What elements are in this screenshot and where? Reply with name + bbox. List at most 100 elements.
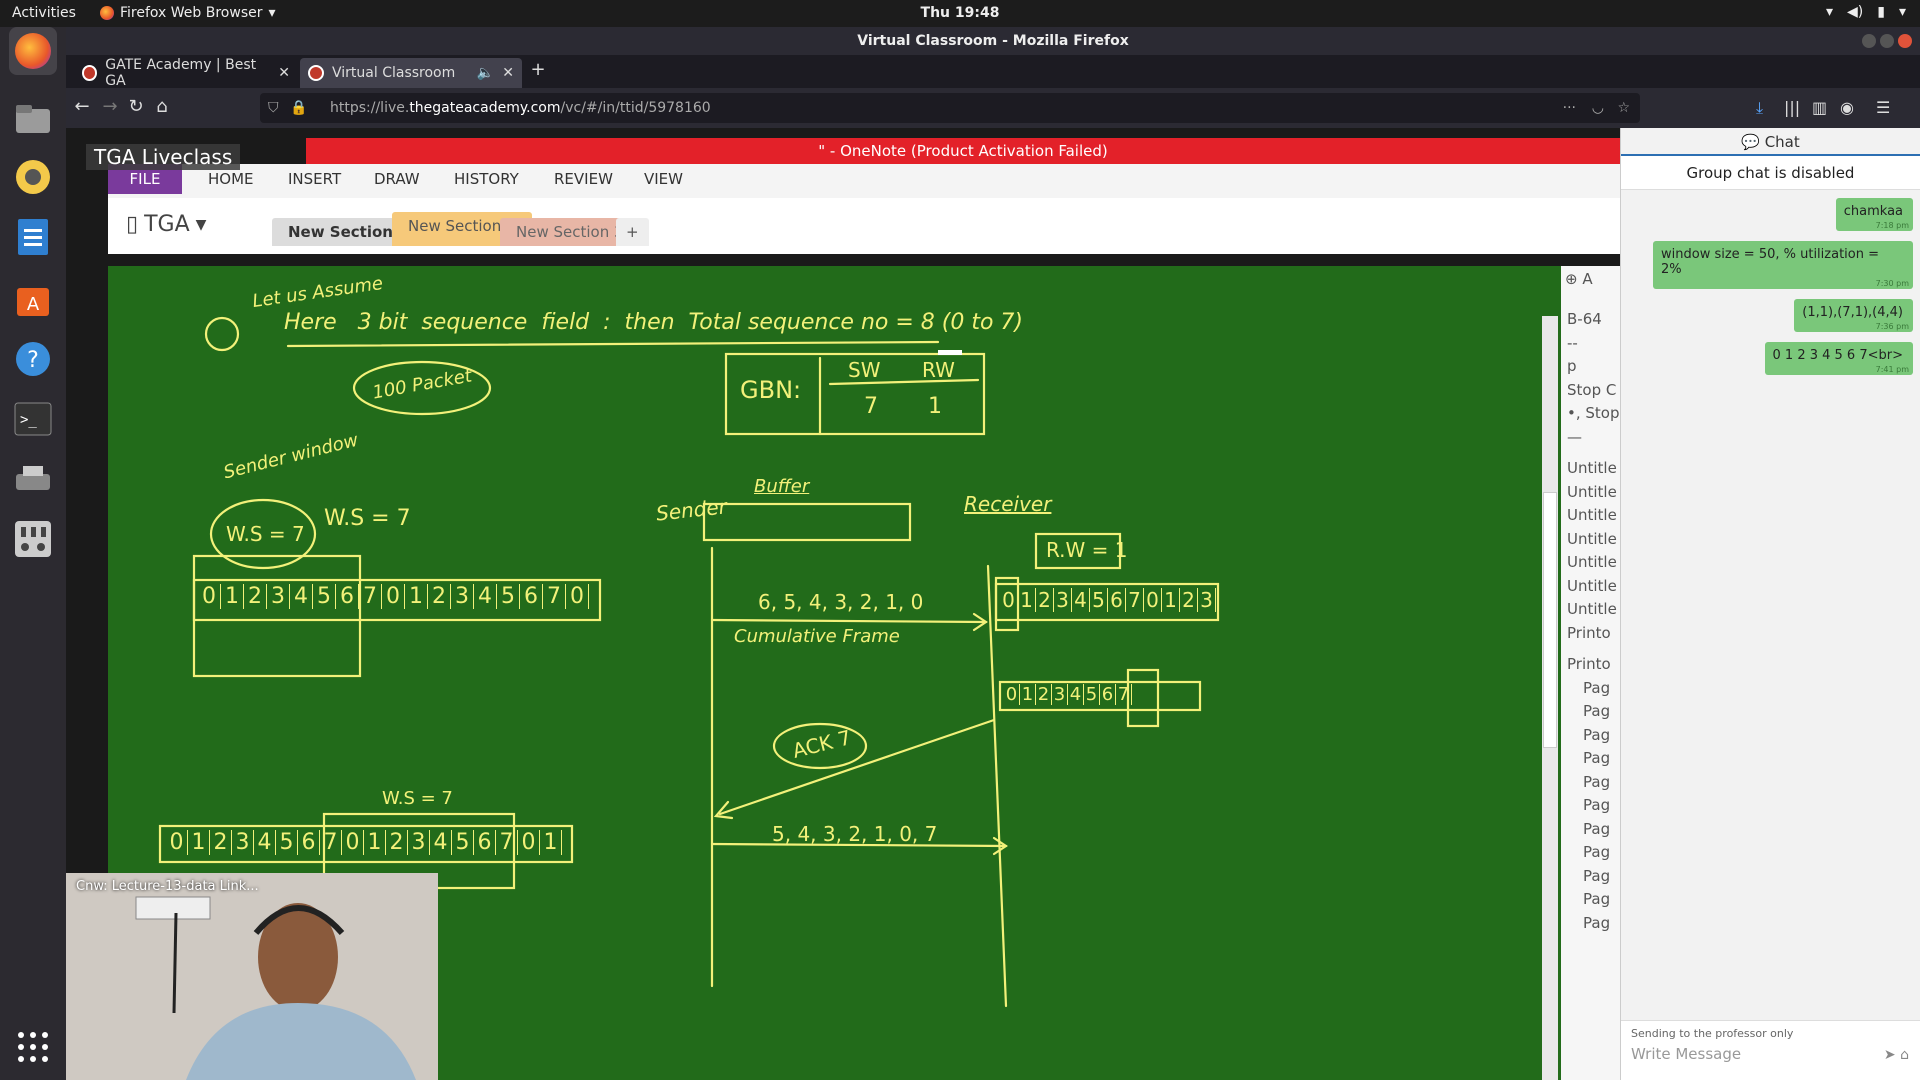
app-menu[interactable]: Firefox Web Browser ▾ [100, 5, 276, 21]
account-icon[interactable]: ◉ [1840, 98, 1854, 117]
webcam-video[interactable]: Cnw: Lecture-13-data Link... [66, 873, 438, 1080]
page-list-item[interactable]: p [1567, 357, 1577, 375]
onenote-title-bar: " - OneNote (Product Activation Failed) [306, 138, 1620, 164]
label-receiver: Receiver [964, 492, 1052, 516]
ribbon-tab-history[interactable]: HISTORY [454, 170, 519, 188]
page-list-item[interactable]: Untitle [1567, 506, 1617, 524]
page-list-item[interactable]: Untitle [1567, 600, 1617, 618]
close-icon[interactable]: ✕ [502, 65, 514, 81]
page-list-item[interactable]: -- [1567, 334, 1578, 352]
downloads-icon[interactable]: ⤓ [1756, 98, 1763, 118]
new-tab-button[interactable]: + [526, 59, 550, 80]
url-prefix: https://live. [330, 100, 410, 116]
note-ws-circle: W.S = 7 [226, 522, 305, 546]
activities-button[interactable]: Activities [12, 5, 76, 21]
terminal-dock-icon[interactable]: >_ [9, 395, 57, 443]
speaker-icon[interactable]: 🔈 [477, 65, 494, 81]
pocket-icon[interactable]: ◡ [1592, 93, 1604, 123]
more-icon[interactable]: ··· [1563, 93, 1576, 123]
page-list-item[interactable]: Pag [1583, 702, 1610, 720]
page-list-item[interactable]: Pag [1583, 867, 1610, 885]
canvas-scrollbar[interactable] [1542, 316, 1558, 1080]
sequence-number: 3 [408, 830, 430, 855]
page-list-item[interactable]: Untitle [1567, 553, 1617, 571]
tab-virtual-classroom[interactable]: Virtual Classroom 🔈 ✕ [300, 58, 522, 88]
writer-dock-icon[interactable] [9, 213, 57, 261]
gate-favicon-icon [82, 65, 98, 81]
page-list-item[interactable]: Untitle [1567, 577, 1617, 595]
page-list-item[interactable]: Printo [1567, 655, 1611, 673]
minimize-button[interactable] [1862, 34, 1876, 48]
page-list-item[interactable]: Stop C [1567, 381, 1616, 399]
clock[interactable]: Thu 19:48 [921, 5, 1000, 21]
rhythmbox-dock-icon[interactable] [9, 153, 57, 201]
page-list-item[interactable]: Pag [1583, 679, 1610, 697]
sequence-number: 0 [1004, 684, 1020, 705]
page-list-item[interactable]: Pag [1583, 749, 1610, 767]
sequence-number: 1 [1162, 588, 1180, 612]
printer-dock-icon[interactable] [9, 455, 57, 503]
tab-gate-academy[interactable]: GATE Academy | Best GA ✕ [74, 57, 298, 89]
page-list-item[interactable]: — [1567, 428, 1582, 446]
home-icon[interactable]: ⌂ [150, 96, 174, 117]
sequence-number: 6 [520, 584, 543, 609]
page-list-item[interactable]: Untitle [1567, 459, 1617, 477]
buffer-box [702, 502, 912, 542]
software-dock-icon[interactable]: A [9, 275, 57, 323]
url-bar[interactable]: ⛉ 🔒 https://live.thegateacademy.com/vc/#… [260, 93, 1640, 123]
sidebar-icon[interactable]: ▥ [1812, 98, 1827, 117]
sequence-number: 1 [1018, 588, 1036, 612]
page-list-item[interactable]: •, Stop [1567, 404, 1620, 422]
system-tray[interactable]: ▾ ◀) ▮ ▾ [1826, 4, 1906, 20]
page-list-item[interactable]: Pag [1583, 843, 1610, 861]
sequence-number: 7 [320, 830, 342, 855]
chat-panel: 💬 Chat Group chat is disabled chamkaa 7:1… [1620, 128, 1920, 1080]
page-list-item[interactable]: Untitle [1567, 483, 1617, 501]
scrollbar-thumb[interactable] [1543, 492, 1557, 748]
chat-message: (1,1),(7,1),(4,4) 7:36 pm [1794, 299, 1913, 332]
send-icon[interactable]: ➤ ⌂ [1884, 1047, 1909, 1063]
help-dock-icon[interactable]: ? [9, 335, 57, 383]
page-list-item[interactable]: B-64 [1567, 310, 1602, 328]
ribbon-tab-home[interactable]: HOME [208, 170, 254, 188]
chat-bubble-icon: 💬 [1741, 133, 1760, 151]
chevron-down-icon: ▾ [1898, 4, 1906, 20]
ribbon-tab-draw[interactable]: DRAW [374, 170, 420, 188]
menu-icon[interactable]: ☰ [1876, 98, 1890, 117]
close-icon[interactable]: ✕ [278, 65, 290, 81]
firefox-dock-icon[interactable] [9, 27, 57, 75]
chat-message-input[interactable]: Write Message [1631, 1045, 1741, 1063]
ribbon-tab-view[interactable]: VIEW [644, 170, 683, 188]
chat-status: Group chat is disabled [1621, 156, 1920, 190]
frames-top: 6, 5, 4, 3, 2, 1, 0 [758, 590, 924, 614]
page-list-item[interactable]: Printo [1567, 624, 1611, 642]
add-section-button[interactable]: + [616, 218, 649, 246]
notebook-selector[interactable]: ▯ TGA ▼ [126, 212, 206, 237]
back-icon[interactable]: ← [70, 96, 94, 117]
bookmark-star-icon[interactable]: ☆ [1617, 93, 1630, 123]
library-icon[interactable]: ||| [1784, 98, 1800, 117]
url-domain: thegateacademy.com [409, 100, 561, 116]
sender-sequence-top: 01234567012345670 [198, 584, 589, 609]
page-list-item[interactable]: Pag [1583, 773, 1610, 791]
page-list-item[interactable]: Pag [1583, 796, 1610, 814]
mixer-icon [15, 521, 51, 557]
settings-dock-icon[interactable] [9, 515, 57, 563]
sequence-number: 2 [386, 830, 408, 855]
reload-icon[interactable]: ↻ [124, 96, 148, 117]
forward-icon[interactable]: → [98, 96, 122, 117]
chat-header[interactable]: 💬 Chat [1621, 128, 1920, 156]
show-apps-button[interactable] [9, 1023, 57, 1071]
close-window-button[interactable] [1898, 34, 1912, 48]
page-list-item[interactable]: Pag [1583, 890, 1610, 908]
page-list-item[interactable]: Pag [1583, 820, 1610, 838]
page-list-item[interactable]: Untitle [1567, 530, 1617, 548]
maximize-button[interactable] [1880, 34, 1894, 48]
help-icon: ? [16, 342, 50, 376]
ribbon-tab-insert[interactable]: INSERT [288, 170, 341, 188]
files-dock-icon[interactable] [9, 95, 57, 143]
page-list-item[interactable]: Pag [1583, 726, 1610, 744]
add-page-button[interactable]: ⊕ A [1565, 270, 1593, 288]
page-list-item[interactable]: Pag [1583, 914, 1610, 932]
ribbon-tab-review[interactable]: REVIEW [554, 170, 613, 188]
